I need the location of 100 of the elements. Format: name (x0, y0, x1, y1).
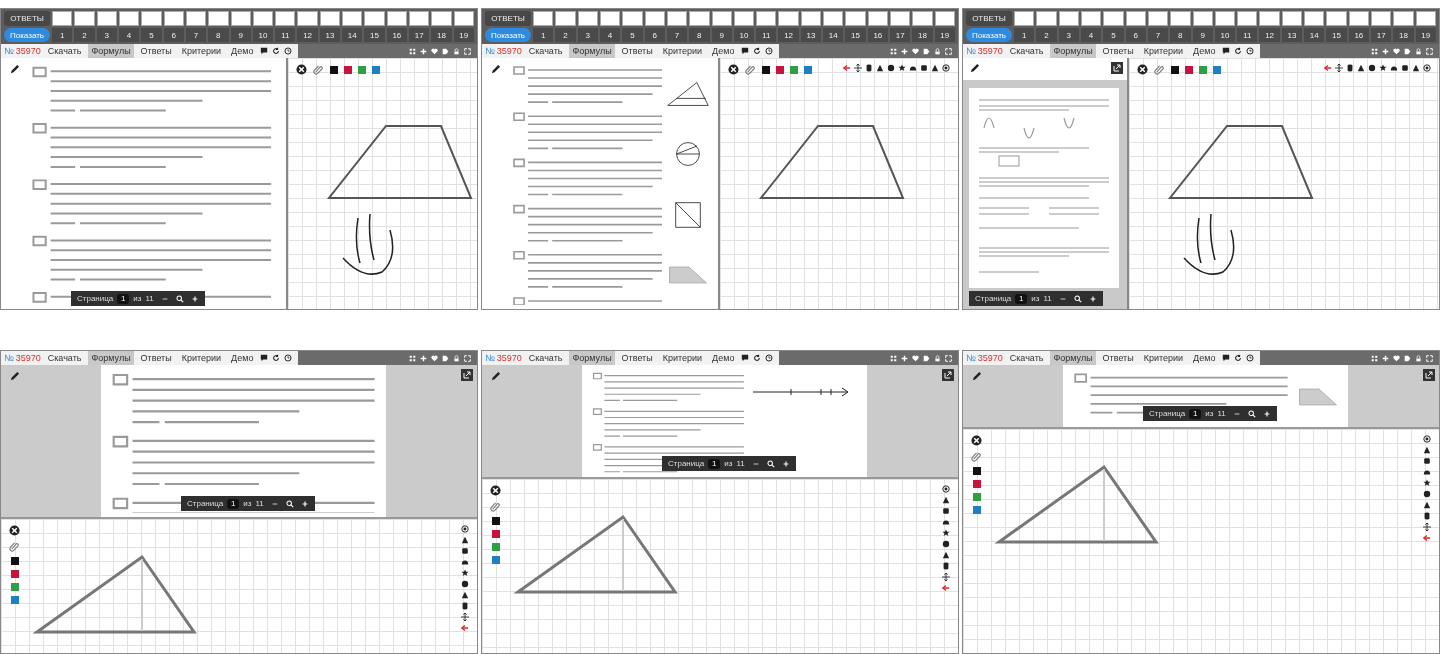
move-icon[interactable] (942, 573, 950, 581)
answer-input[interactable] (711, 11, 732, 26)
task-number-button[interactable]: 15 (364, 28, 385, 42)
star-icon[interactable] (1423, 479, 1431, 487)
heart-icon[interactable] (431, 47, 438, 55)
page-input[interactable]: 1 (227, 498, 240, 509)
circle-icon[interactable] (887, 64, 895, 72)
heart-icon[interactable] (912, 47, 919, 55)
refresh-icon[interactable] (1234, 47, 1243, 55)
heart-icon[interactable] (1393, 354, 1400, 362)
tag-icon[interactable] (1404, 47, 1411, 55)
refresh-icon[interactable] (753, 47, 762, 55)
lock-icon[interactable] (934, 354, 941, 362)
task-number-button[interactable]: 10 (1214, 28, 1236, 42)
triangle-icon[interactable] (931, 64, 939, 72)
answer-input[interactable] (141, 11, 162, 26)
answer-input[interactable] (185, 11, 207, 26)
task-number-button[interactable]: 12 (1259, 28, 1280, 42)
color-swatch[interactable] (972, 480, 981, 488)
task-number-button[interactable]: 3 (1058, 28, 1079, 42)
task-number-button[interactable]: 13 (1281, 28, 1303, 42)
paperclip-icon[interactable] (1154, 64, 1165, 75)
cylinder-icon[interactable] (942, 562, 950, 570)
dome-icon[interactable] (461, 558, 469, 566)
plus-icon[interactable] (420, 354, 427, 362)
arrow-icon[interactable] (1324, 64, 1332, 72)
tab[interactable]: Ответы (618, 351, 656, 365)
color-swatch[interactable] (804, 65, 812, 74)
refresh-icon[interactable] (272, 47, 281, 55)
color-swatch[interactable] (358, 65, 366, 74)
fullscreen-icon[interactable] (1426, 47, 1433, 55)
task-number-button[interactable]: 12 (778, 28, 799, 42)
plus-icon[interactable] (1382, 47, 1389, 55)
answer-input[interactable] (644, 11, 665, 26)
fullscreen-icon[interactable] (945, 47, 952, 55)
lock-icon[interactable] (453, 354, 460, 362)
answer-input[interactable] (533, 11, 554, 26)
tab[interactable]: Скачать (1006, 351, 1047, 365)
tab[interactable]: Ответы (137, 351, 175, 365)
pencil-icon[interactable] (490, 371, 501, 382)
tab[interactable]: Демо (1190, 351, 1219, 365)
show-button[interactable]: Показать (485, 28, 531, 42)
search-icon[interactable] (1247, 409, 1256, 418)
task-number-button[interactable]: 8 (689, 28, 710, 42)
answer-input[interactable] (1415, 11, 1436, 26)
target-icon[interactable] (942, 485, 950, 493)
answer-input[interactable] (52, 11, 73, 26)
answer-input[interactable] (622, 11, 643, 26)
answer-input[interactable] (1170, 11, 1191, 26)
color-swatch[interactable] (491, 517, 500, 525)
comment-icon[interactable] (1222, 47, 1231, 55)
fullscreen-icon[interactable] (945, 354, 952, 362)
task-number-button[interactable]: 5 (141, 28, 162, 42)
pencil-icon[interactable] (971, 371, 982, 382)
triangle-icon[interactable] (1423, 446, 1431, 454)
color-swatch[interactable] (972, 493, 981, 501)
pencil-icon[interactable] (969, 63, 980, 74)
dome-icon[interactable] (909, 64, 917, 72)
task-number-button[interactable]: 17 (409, 28, 430, 42)
eraser-icon[interactable] (1137, 64, 1148, 75)
triangle-icon[interactable] (461, 536, 469, 544)
cylinder-icon[interactable] (1346, 64, 1354, 72)
task-number-button[interactable]: 19 (453, 28, 474, 42)
answer-input[interactable] (1393, 11, 1414, 26)
comment-icon[interactable] (1222, 354, 1231, 362)
tag-icon[interactable] (923, 47, 930, 55)
task-number-button[interactable]: 14 (1304, 28, 1325, 42)
arrow-icon[interactable] (942, 584, 950, 592)
answer-input[interactable] (890, 11, 911, 26)
tab[interactable]: Демо (1190, 44, 1219, 58)
external-link-icon[interactable] (942, 369, 954, 381)
heart-icon[interactable] (1393, 47, 1400, 55)
task-number-button[interactable]: 8 (208, 28, 229, 42)
comment-icon[interactable] (260, 354, 269, 362)
task-number-button[interactable]: 1 (533, 28, 554, 42)
zoom-in-icon[interactable] (300, 499, 309, 508)
task-number-button[interactable]: 3 (96, 28, 117, 42)
arrow-icon[interactable] (1423, 534, 1431, 542)
task-number-button[interactable]: 9 (711, 28, 732, 42)
clock-icon[interactable] (1246, 47, 1255, 55)
task-number-button[interactable]: 15 (845, 28, 866, 42)
clock-icon[interactable] (284, 47, 293, 55)
tag-icon[interactable] (442, 354, 449, 362)
tab[interactable]: Демо (228, 44, 257, 58)
lock-icon[interactable] (934, 47, 941, 55)
task-number-button[interactable]: 16 (1348, 28, 1369, 42)
task-number-button[interactable]: 8 (1170, 28, 1191, 42)
lock-icon[interactable] (453, 47, 460, 55)
answer-input[interactable] (778, 11, 799, 26)
paperclip-icon[interactable] (971, 451, 982, 462)
eraser-icon[interactable] (728, 64, 739, 75)
answer-input[interactable] (297, 11, 318, 26)
task-number-button[interactable]: 2 (74, 28, 95, 42)
move-icon[interactable] (1423, 523, 1431, 531)
answer-input[interactable] (1214, 11, 1236, 26)
circle-icon[interactable] (1368, 64, 1376, 72)
zoom-in-icon[interactable] (781, 459, 790, 468)
target-icon[interactable] (942, 64, 950, 72)
task-number-button[interactable]: 6 (644, 28, 665, 42)
fullscreen-icon[interactable] (464, 354, 471, 362)
